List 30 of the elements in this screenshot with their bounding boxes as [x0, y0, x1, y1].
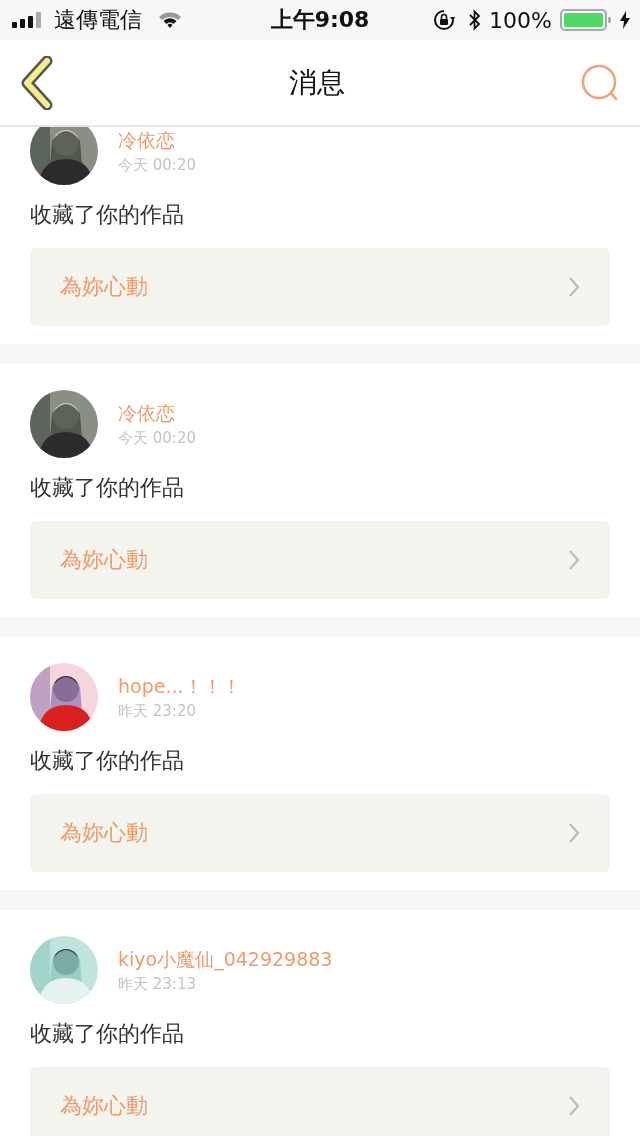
work-link[interactable]: 為妳心動 — [30, 248, 610, 326]
message-time: 昨天 23:13 — [118, 974, 197, 994]
message-text: 收藏了你的作品 — [30, 201, 185, 229]
battery-percent: 100% — [489, 7, 552, 33]
carrier-name: 遠傳電信 — [54, 6, 142, 34]
chevron-icon — [568, 549, 580, 571]
user-name[interactable]: 冷依恋 — [118, 400, 196, 427]
message-time: 今天 00:20 — [118, 155, 196, 175]
rotation-lock-icon — [433, 9, 456, 31]
work-link[interactable]: 為妳心動 — [30, 794, 610, 872]
message-time: 昨天 23:20 — [118, 701, 197, 721]
chevron-icon — [568, 1095, 580, 1117]
message-text: 收藏了你的作品 — [30, 474, 185, 502]
back-icon[interactable] — [20, 55, 54, 110]
user-name[interactable]: kiyo小魔仙_042929883 — [118, 946, 333, 973]
chevron-icon — [568, 822, 580, 844]
message-text: 收藏了你的作品 — [30, 1020, 185, 1048]
battery-icon — [560, 9, 612, 31]
status-time: 上午9:08 — [270, 6, 370, 34]
work-link[interactable]: 為妳心動 — [30, 1067, 610, 1136]
work-link[interactable]: 為妳心動 — [30, 521, 610, 599]
user-name[interactable]: hope...！！！ — [118, 673, 241, 700]
chevron-icon — [568, 276, 580, 298]
message-text: 收藏了你的作品 — [30, 747, 185, 775]
charging-icon — [620, 11, 630, 29]
bluetooth-icon — [469, 9, 482, 31]
page-title: 消息 — [289, 64, 345, 101]
message-time: 今天 00:20 — [118, 428, 196, 448]
wifi-icon — [158, 11, 182, 29]
user-name[interactable]: 冷依恋 — [118, 127, 196, 154]
